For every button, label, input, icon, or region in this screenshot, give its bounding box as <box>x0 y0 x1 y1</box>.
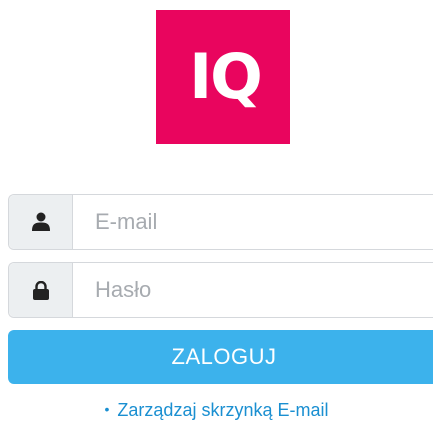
password-input[interactable] <box>73 263 433 317</box>
links-list: • Zarządzaj skrzynką E-mail <box>0 400 433 421</box>
email-input[interactable] <box>73 195 433 249</box>
login-button-label: ZALOGUJ <box>171 344 277 369</box>
list-item: • Zarządzaj skrzynką E-mail <box>105 400 329 421</box>
logo-text: IQ <box>189 40 263 113</box>
iq-logo: IQ <box>156 10 290 144</box>
manage-mailbox-link[interactable]: Zarządzaj skrzynką E-mail <box>117 400 328 420</box>
email-field <box>8 194 433 250</box>
login-button[interactable]: ZALOGUJ <box>8 330 433 384</box>
bullet: • <box>104 401 110 417</box>
password-field <box>8 262 433 318</box>
user-icon <box>9 195 73 249</box>
lock-icon <box>9 263 73 317</box>
